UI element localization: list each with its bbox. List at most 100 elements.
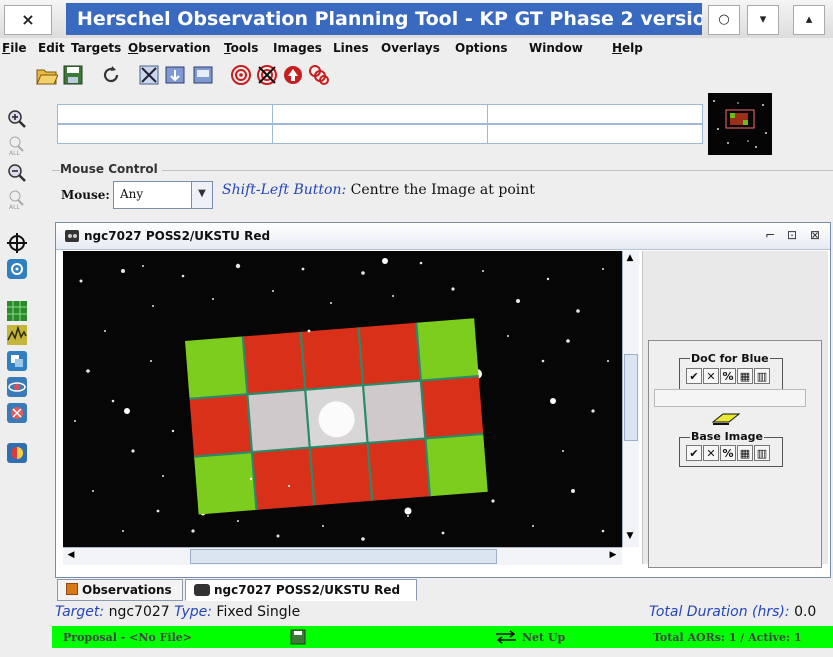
network-icon[interactable] — [6, 402, 28, 424]
mouse-mode-select[interactable]: Any ▼ — [113, 181, 213, 209]
center-target-icon[interactable] — [6, 258, 28, 280]
delete-aor-icon[interactable] — [138, 64, 160, 86]
menu-observation[interactable]: Observation — [128, 41, 211, 55]
remove-button[interactable]: ✕ — [703, 368, 719, 384]
horizontal-scrollbar[interactable]: ◀ ▶ — [63, 547, 622, 565]
menu-lines[interactable]: Lines — [333, 41, 369, 55]
mouse-control-title: Mouse Control — [60, 162, 162, 176]
target-key: Target: — [55, 604, 105, 620]
table-icon — [66, 583, 78, 595]
minimize-icon[interactable]: ⌐ — [763, 228, 777, 242]
zoom-in-all-icon[interactable]: ALL — [6, 134, 28, 156]
duration-value: 0.0 — [794, 604, 817, 620]
scroll-down-icon[interactable]: ▼ — [624, 531, 636, 543]
doc-for-blue-label: DoC for Blue — [690, 352, 770, 365]
import-aor-icon[interactable] — [164, 64, 186, 86]
percent-button[interactable]: % — [720, 368, 736, 384]
colormap-button[interactable]: ▦ — [737, 445, 753, 461]
type-value: Fixed Single — [216, 604, 301, 620]
close-icon[interactable]: ⊠ — [808, 228, 822, 242]
readout-cell — [57, 104, 273, 124]
crosshair-icon[interactable] — [6, 232, 28, 254]
scroll-left-icon[interactable]: ◀ — [65, 550, 77, 562]
image-control-box: DoC for Blue ✔ ✕ % ▦ ▥ Base Image ✔ ✕ % … — [648, 340, 822, 568]
layer-icon — [711, 413, 741, 425]
zoom-tool-column: ALL ALL — [0, 92, 50, 492]
menu-edit[interactable]: Edit — [38, 41, 65, 55]
save-icon[interactable] — [290, 629, 306, 645]
table-button[interactable]: ▥ — [754, 368, 770, 384]
readout-cell — [272, 124, 488, 144]
open-folder-icon[interactable] — [36, 64, 58, 86]
network-status: Net Up — [522, 631, 566, 644]
bottom-status-bar: Proposal - <No File> Net Up Total AORs: … — [52, 626, 833, 648]
base-button-row: ✔ ✕ % ▦ ▥ — [686, 445, 770, 461]
menu-overlays[interactable]: Overlays — [381, 41, 440, 55]
tab-image[interactable]: ngc7027 POSS2/UKSTU Red — [185, 579, 417, 601]
duration-key: Total Duration (hrs): — [649, 604, 790, 620]
multi-target-icon[interactable] — [308, 64, 330, 86]
mouse-hint: Shift-Left Button: Centre the Image at p… — [222, 182, 535, 198]
target-value: ngc7027 — [108, 604, 170, 620]
readout-cell — [487, 124, 703, 144]
doc-slider-track[interactable] — [654, 389, 806, 407]
readout-cell — [57, 124, 273, 144]
visibility-icon[interactable] — [6, 442, 28, 464]
zoom-in-icon[interactable] — [6, 108, 28, 130]
image-frame-titlebar[interactable]: ngc7027 POSS2/UKSTU Red ⌐ ⊡ ⊠ — [56, 223, 830, 250]
check-button[interactable]: ✔ — [686, 368, 702, 384]
vertical-scroll-thumb[interactable] — [624, 354, 638, 441]
target-icon[interactable] — [230, 64, 252, 86]
maximize-icon[interactable]: ⊡ — [785, 228, 799, 242]
menu-images[interactable]: Images — [273, 41, 322, 55]
aor-icon[interactable] — [192, 64, 214, 86]
close-window-button[interactable]: × — [4, 5, 52, 35]
menu-file[interactable]: File — [2, 41, 27, 55]
chevron-down-icon[interactable]: ▼ — [191, 182, 212, 208]
menu-targets[interactable]: Targets — [71, 41, 121, 55]
colormap-button[interactable]: ▦ — [737, 368, 753, 384]
readout-cell — [272, 104, 488, 124]
mouse-hint-key: Shift-Left Button: — [222, 182, 347, 198]
base-image-label: Base Image — [690, 430, 764, 443]
spectrum-icon[interactable] — [6, 324, 28, 346]
readout-cell — [487, 104, 703, 124]
image-thumbnail[interactable] — [708, 93, 772, 155]
aor-count: Total AORs: 1 / Active: 1 — [653, 631, 802, 644]
zoom-out-icon[interactable] — [6, 162, 28, 184]
sky-image[interactable] — [63, 251, 622, 547]
menu-tools[interactable]: Tools — [224, 41, 258, 55]
vertical-scrollbar[interactable]: ▲ ▼ — [622, 251, 639, 547]
grid-overlay-icon[interactable] — [6, 300, 28, 322]
mouse-label: Mouse: — [61, 188, 110, 202]
zoom-out-all-icon[interactable]: ALL — [6, 188, 28, 210]
menu-options[interactable]: Options — [455, 41, 508, 55]
target-up-icon[interactable] — [282, 64, 304, 86]
tab-observations[interactable]: Observations — [57, 579, 183, 601]
scroll-right-icon[interactable]: ▶ — [607, 550, 619, 562]
menu-help[interactable]: Help — [612, 41, 643, 55]
scroll-up-icon[interactable]: ▲ — [624, 253, 636, 265]
doc-button-row: ✔ ✕ % ▦ ▥ — [686, 368, 770, 384]
remove-button[interactable]: ✕ — [703, 445, 719, 461]
minimize-button[interactable]: ▾ — [747, 5, 779, 35]
svg-text:ALL: ALL — [9, 204, 20, 210]
catalog-icon[interactable] — [6, 350, 28, 372]
refresh-icon[interactable] — [100, 64, 122, 86]
window-menu-button[interactable]: ○ — [708, 5, 740, 35]
table-button[interactable]: ▥ — [754, 445, 770, 461]
check-button[interactable]: ✔ — [686, 445, 702, 461]
tab-observations-label: Observations — [82, 583, 172, 597]
menu-window[interactable]: Window — [529, 41, 583, 55]
horizontal-scroll-thumb[interactable] — [190, 549, 497, 564]
mouse-hint-value: Centre the Image at point — [350, 182, 535, 198]
target-status-line: Target: ngc7027 Type: Fixed Single Total… — [55, 604, 833, 624]
orbit-icon[interactable] — [6, 376, 28, 398]
maximize-button[interactable]: ▴ — [793, 5, 825, 35]
save-icon[interactable] — [62, 64, 84, 86]
toolbar — [0, 60, 833, 90]
percent-button[interactable]: % — [720, 445, 736, 461]
svg-text:ALL: ALL — [9, 150, 20, 156]
mouse-mode-value: Any — [120, 187, 144, 201]
clear-target-icon[interactable] — [256, 64, 278, 86]
